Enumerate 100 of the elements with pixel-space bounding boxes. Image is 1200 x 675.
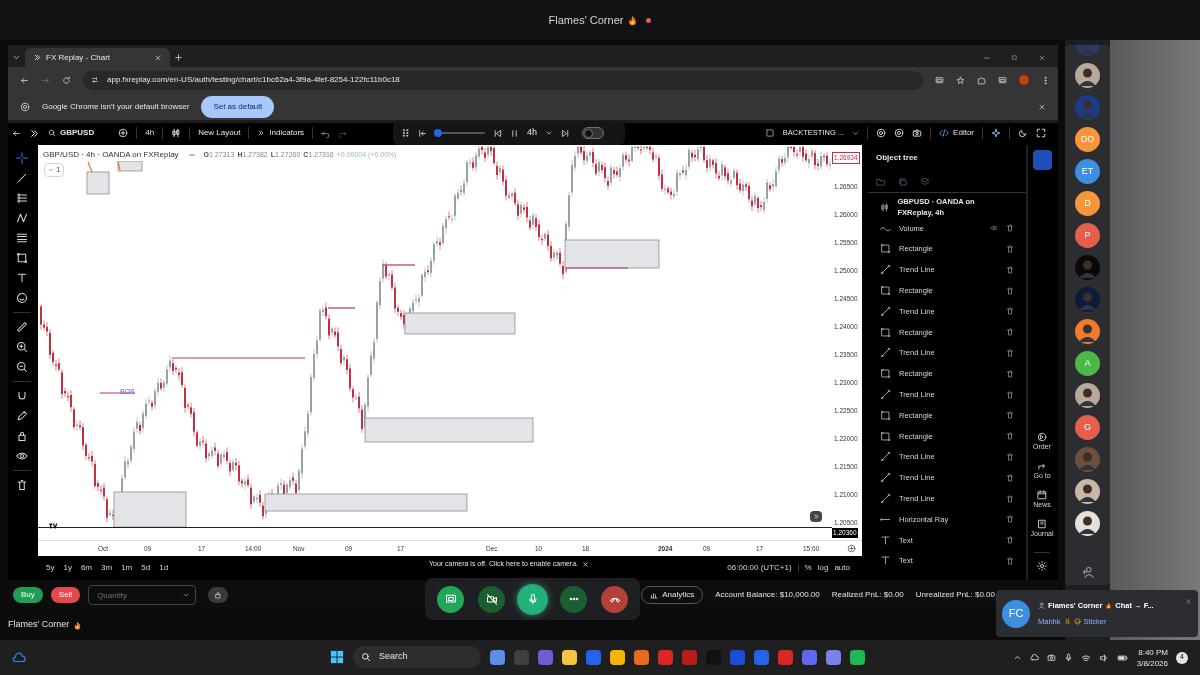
screen-share-button[interactable] <box>437 585 464 613</box>
range-button[interactable]: 6m <box>80 562 93 574</box>
level-line[interactable] <box>99 392 136 394</box>
battery-icon[interactable] <box>1116 652 1129 663</box>
search-icon[interactable] <box>48 129 56 137</box>
smiley-icon[interactable] <box>16 292 28 304</box>
close-icon[interactable] <box>1185 598 1192 605</box>
microphone-icon[interactable] <box>1063 653 1073 662</box>
avatar[interactable] <box>1075 63 1100 88</box>
close-icon[interactable] <box>1038 102 1046 111</box>
timezone-label[interactable]: 06:00:00 (UTC+1) <box>727 562 792 574</box>
bookmark-icon[interactable] <box>956 75 965 85</box>
drag-handle-icon[interactable] <box>401 128 410 138</box>
back-icon[interactable] <box>20 75 29 85</box>
ruler-icon[interactable] <box>16 321 28 333</box>
camera-icon[interactable] <box>912 128 923 138</box>
back-icon[interactable] <box>12 128 21 138</box>
close-tab-icon[interactable] <box>154 53 162 62</box>
magnet-icon[interactable] <box>16 390 28 402</box>
wifi-icon[interactable] <box>1080 652 1091 663</box>
mute-button[interactable] <box>519 585 546 613</box>
new-layout-button[interactable]: New Layout <box>198 127 241 139</box>
replay-interval[interactable]: 4h <box>527 126 537 140</box>
camera-button[interactable] <box>478 585 505 613</box>
caret-icon[interactable] <box>545 129 553 137</box>
scale-button[interactable]: % <box>804 562 812 574</box>
lock-icon[interactable] <box>16 430 28 442</box>
close-icon[interactable] <box>1038 53 1046 62</box>
undo-icon[interactable] <box>321 128 331 138</box>
range-button[interactable]: 5d <box>141 562 151 574</box>
trend-line[interactable] <box>87 161 121 173</box>
text-tool-icon[interactable] <box>16 272 28 284</box>
windows-icon[interactable] <box>330 650 344 664</box>
trash-icon[interactable] <box>16 479 28 491</box>
lines-tool-icon[interactable] <box>16 232 28 244</box>
browser-tab[interactable]: FX Replay - Chart <box>25 48 170 67</box>
set-default-button[interactable]: Set as default <box>201 95 275 118</box>
layer-toggle[interactable]: 1 <box>44 163 65 177</box>
symbol-search[interactable]: GBPUSD <box>60 127 95 139</box>
avatar[interactable] <box>1075 479 1100 504</box>
avatar[interactable] <box>1075 511 1100 536</box>
close-icon[interactable] <box>582 560 590 568</box>
avatar[interactable] <box>1075 319 1100 344</box>
interval-button[interactable]: 4h <box>145 127 155 139</box>
caret-icon[interactable] <box>852 129 860 137</box>
jump-start-icon[interactable] <box>418 128 427 138</box>
menu-icon[interactable] <box>1041 75 1050 85</box>
zoom-out-icon[interactable] <box>16 361 28 373</box>
extensions-icon[interactable] <box>977 75 986 85</box>
more-button[interactable] <box>560 585 587 613</box>
new-tab-icon[interactable] <box>174 53 183 62</box>
add-symbol-icon[interactable] <box>118 128 129 138</box>
step-back-icon[interactable] <box>493 128 502 138</box>
cloud-icon[interactable] <box>1029 653 1039 662</box>
pencil-icon[interactable] <box>16 410 28 422</box>
line-tool-icon[interactable] <box>16 172 28 184</box>
zone-rectangle[interactable] <box>113 491 187 528</box>
replay-toggle[interactable] <box>582 127 604 139</box>
fib-tool-icon[interactable] <box>16 192 28 204</box>
tab-list-icon[interactable] <box>12 53 21 62</box>
reload-icon[interactable] <box>62 75 71 85</box>
pattern-tool-icon[interactable] <box>16 212 28 224</box>
level-line[interactable] <box>382 264 416 266</box>
range-button[interactable]: 3m <box>101 562 113 574</box>
chevron-up-icon[interactable] <box>1012 653 1022 662</box>
zoom-in-icon[interactable] <box>16 341 28 353</box>
editor-button[interactable]: Editor <box>953 127 974 139</box>
fullscreen-icon[interactable] <box>1036 128 1046 138</box>
indicators-button[interactable]: Indicators <box>269 127 305 139</box>
panel-toggle-button[interactable] <box>1032 150 1052 170</box>
search-field[interactable]: Search <box>353 646 481 668</box>
theme-icon[interactable] <box>1018 128 1028 138</box>
scale-button[interactable]: auto <box>834 562 850 574</box>
level-line[interactable] <box>327 307 356 309</box>
site-info-icon[interactable] <box>91 76 99 84</box>
rectangle-tool-icon[interactable] <box>16 252 28 264</box>
scale-button[interactable]: log <box>817 562 829 574</box>
lock-button[interactable] <box>208 587 229 603</box>
clock-date[interactable]: 3/8/2026 <box>1136 657 1168 669</box>
scroll-right-button[interactable] <box>810 511 822 522</box>
stepper-icon[interactable] <box>182 591 191 599</box>
range-button[interactable]: 1d <box>159 562 169 574</box>
sell-button[interactable]: Sell <box>50 587 81 603</box>
weather-icon[interactable] <box>12 650 26 665</box>
volume-icon[interactable] <box>1098 652 1109 663</box>
leave-call-button[interactable] <box>601 585 628 613</box>
sparkle-icon[interactable] <box>991 128 1001 138</box>
step-forward-icon[interactable] <box>561 128 570 138</box>
range-button[interactable]: 5y <box>46 562 55 574</box>
address-bar[interactable]: app.fxreplay.com/en-US/auth/testing/chart/c1bc62a4-3f9a-4fef-8254-122fc11b0c18 <box>83 70 923 90</box>
maximize-icon[interactable] <box>1011 54 1018 61</box>
pause-icon[interactable] <box>510 128 519 138</box>
clock-time[interactable]: 8:40 PM <box>1138 646 1168 658</box>
candles-icon[interactable] <box>171 128 182 138</box>
range-button[interactable]: 1y <box>63 562 72 574</box>
replay-slider[interactable] <box>435 129 485 137</box>
camera-icon[interactable] <box>1046 653 1056 662</box>
range-button[interactable]: 1m <box>121 562 133 574</box>
checkbox-icon[interactable] <box>764 128 775 138</box>
avatar[interactable] <box>1075 383 1100 408</box>
